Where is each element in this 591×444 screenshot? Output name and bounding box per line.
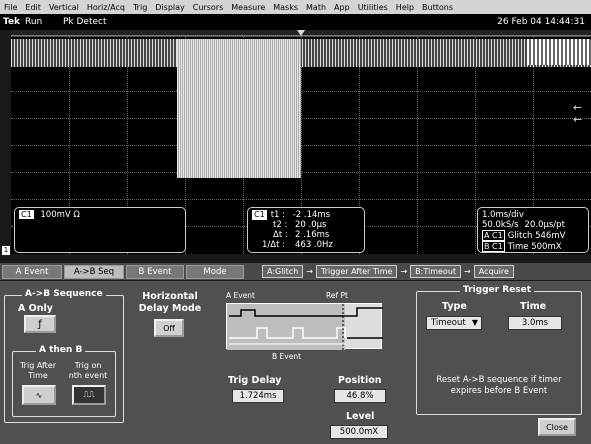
- dt-label: Δt :: [273, 230, 288, 240]
- status-bar: Tek Run Pk Detect 26 Feb 04 14:44:31: [0, 14, 591, 30]
- trigger-diagram: A Event Ref Pt B Event: [222, 291, 390, 361]
- menu-file[interactable]: File: [0, 3, 21, 12]
- trig-delay-field[interactable]: 1.724ms: [232, 389, 284, 403]
- seq-mid: Trigger After Time: [315, 265, 398, 278]
- seq-b: B:Timeout: [410, 265, 462, 278]
- acq-mode: Pk Detect: [63, 17, 107, 27]
- diagram-plot: [226, 303, 383, 350]
- inv-dt-label: 1/Δt :: [262, 240, 285, 250]
- tab-a-b-seq[interactable]: A->B Seq: [64, 264, 124, 279]
- datetime: 26 Feb 04 14:44:31: [497, 17, 585, 27]
- waveform-burst: [177, 39, 301, 178]
- diagram-waveforms: [227, 304, 383, 350]
- menu-help[interactable]: Help: [392, 3, 418, 12]
- ch1-readout: C1 100mV Ω: [14, 207, 186, 253]
- time-per-div: 1.0ms/div: [482, 210, 524, 220]
- a-trigger-ch: A C1: [482, 230, 505, 241]
- timebase-readout: 1.0ms/div 50.0kS/s 20.0µs/pt A C1 Glitch 5…: [477, 207, 589, 253]
- time-label: Time: [520, 301, 547, 312]
- time-per-point: 20.0µs/pt: [524, 220, 565, 230]
- t1-label: t1 :: [270, 210, 285, 220]
- cursor-ch-badge: C1: [252, 210, 267, 220]
- diagram-ref-pt-label: Ref Pt: [326, 291, 348, 300]
- waveform-icon: ∿: [35, 390, 43, 400]
- b-trigger-ch: B C1: [482, 241, 505, 252]
- a-only-label: A Only: [18, 303, 53, 314]
- diagram-b-event-label: B Event: [272, 352, 302, 361]
- menu-bar: File Edit Vertical Horiz/Acq Trig Display Curs…: [0, 0, 591, 14]
- type-dropdown[interactable]: Timeout ▼: [426, 316, 482, 330]
- position-field[interactable]: 46.8%: [334, 389, 386, 403]
- waveform-glitch-region: [527, 39, 591, 65]
- t1-value: -2 .14ms: [292, 210, 331, 220]
- trig-nth-event-button[interactable]: ⎍⎍: [72, 385, 106, 405]
- menu-masks[interactable]: Masks: [269, 3, 302, 12]
- menu-utilities[interactable]: Utilities: [354, 3, 392, 12]
- tab-b-event[interactable]: B Event: [126, 264, 184, 279]
- type-label: Type: [442, 301, 467, 312]
- reset-note: Reset A->B sequence if timer expires bef…: [436, 375, 562, 396]
- waveform-display[interactable]: C1 100mV Ω C1 t1 : -2 .14ms t2 :20 .0µs Δt…: [11, 36, 591, 254]
- edge-icon: ƒ: [38, 318, 42, 330]
- menu-cursors[interactable]: Cursors: [189, 3, 227, 12]
- menu-trig[interactable]: Trig: [129, 3, 151, 12]
- trigger-reset-title: Trigger Reset: [460, 285, 535, 295]
- tab-mode[interactable]: Mode: [186, 264, 244, 279]
- level-label: Level: [346, 411, 375, 422]
- control-panel: A->B Sequence A Only ƒ A then B Trig Aft…: [0, 281, 591, 444]
- menu-app[interactable]: App: [330, 3, 354, 12]
- brand-label: Tek: [3, 17, 21, 27]
- cursor-readout: C1 t1 : -2 .14ms t2 : 20 .0µs Δt : 2 .16ms 1…: [247, 207, 365, 253]
- seq-end: Acquire: [473, 265, 514, 278]
- t2-label: t2 :: [273, 220, 288, 230]
- level-field[interactable]: 500.0mX: [330, 425, 388, 439]
- close-button[interactable]: Close: [538, 418, 576, 436]
- a-trigger-info: Glitch 546mV: [507, 231, 566, 241]
- pulse-train-icon: ⎍⎍: [83, 390, 95, 399]
- tab-a-event[interactable]: A Event: [2, 264, 62, 279]
- diagram-a-event-label: A Event: [226, 291, 256, 300]
- run-status: Run: [25, 17, 43, 27]
- waveform-trace-top: [11, 39, 591, 67]
- tab-bar: A Event A->B Seq B Event Mode A:Glitch →…: [0, 263, 591, 280]
- trigger-sequence-summary: A:Glitch → Trigger After Time → B:Timeou…: [262, 265, 514, 278]
- menu-math[interactable]: Math: [302, 3, 330, 12]
- seq-arrow-2: →: [400, 267, 408, 276]
- position-label: Position: [338, 375, 382, 386]
- a-only-button[interactable]: ƒ: [24, 315, 56, 333]
- dropdown-arrow-icon: ▼: [471, 318, 478, 327]
- b-trigger-info: Time 500mX: [507, 242, 562, 252]
- ab-sequence-title: A->B Sequence: [22, 289, 106, 299]
- hdm-title: Horizontal Delay Mode: [138, 291, 202, 314]
- ch1-ground-marker[interactable]: 1: [2, 246, 10, 255]
- trig-nth-event-label: Trig on nth event: [68, 361, 108, 380]
- horizontal-delay-mode-button[interactable]: Off: [154, 319, 184, 337]
- time-field[interactable]: 3.0ms: [508, 316, 562, 330]
- type-dropdown-value: Timeout: [431, 318, 466, 328]
- inv-dt-value: 463 .0Hz: [295, 240, 333, 250]
- a-then-b-title: A then B: [36, 345, 86, 355]
- menu-edit[interactable]: Edit: [21, 3, 45, 12]
- seq-arrow-3: →: [464, 267, 471, 276]
- t2-value: 20 .0µs: [295, 220, 327, 230]
- ch1-badge: C1: [19, 210, 34, 219]
- menu-vertical[interactable]: Vertical: [45, 3, 83, 12]
- trigger-level-b-arrow-icon: ←: [573, 113, 583, 126]
- sample-rate: 50.0kS/s: [482, 220, 519, 230]
- dt-value: 2 .16ms: [295, 230, 330, 240]
- menu-buttons[interactable]: Buttons: [418, 3, 457, 12]
- trig-delay-label: Trig Delay: [228, 375, 282, 386]
- seq-arrow-1: →: [306, 267, 313, 276]
- trig-after-time-button[interactable]: ∿: [22, 385, 56, 405]
- trig-after-time-label: Trig After Time: [19, 361, 57, 380]
- menu-measure[interactable]: Measure: [227, 3, 269, 12]
- seq-a: A:Glitch: [262, 265, 304, 278]
- menu-display[interactable]: Display: [151, 3, 189, 12]
- ch1-scale: 100mV Ω: [40, 210, 80, 220]
- menu-horiz-acq[interactable]: Horiz/Acq: [83, 3, 129, 12]
